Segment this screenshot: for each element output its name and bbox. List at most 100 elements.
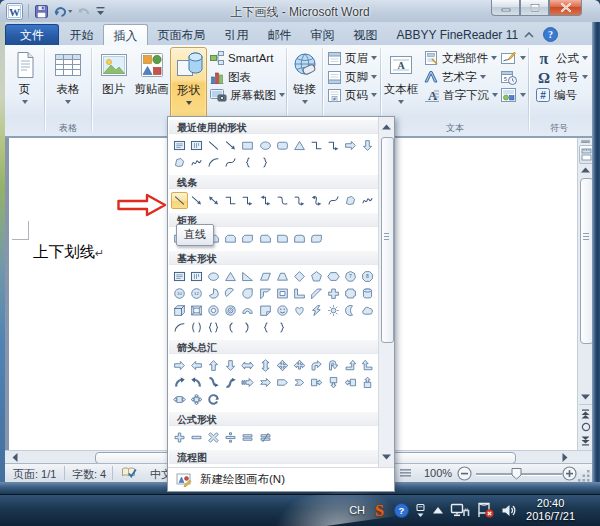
pages-button[interactable]: 页 bbox=[7, 47, 42, 118]
network-icon[interactable] bbox=[450, 502, 470, 518]
shape-eq-equal[interactable] bbox=[239, 429, 256, 446]
shape-pent[interactable] bbox=[308, 268, 325, 285]
clipart-button[interactable]: 剪贴画 bbox=[133, 47, 170, 118]
shape-co-up[interactable] bbox=[359, 374, 376, 391]
shape-elbow-a[interactable] bbox=[239, 192, 256, 209]
shape-heart[interactable] bbox=[291, 302, 308, 319]
table-button[interactable]: 表格 bbox=[47, 47, 89, 118]
shape-curve-c[interactable] bbox=[274, 192, 291, 209]
shape-roundrect[interactable] bbox=[274, 137, 291, 154]
tab-审阅[interactable]: 审阅 bbox=[301, 24, 344, 45]
gallery-scroll-down[interactable] bbox=[380, 451, 393, 463]
shape-textbox[interactable] bbox=[171, 268, 188, 285]
shape-oval[interactable] bbox=[256, 137, 273, 154]
shape-eq-neq[interactable] bbox=[256, 429, 273, 446]
shape-plaque[interactable] bbox=[342, 285, 359, 302]
ime-toolbar-icon[interactable] bbox=[415, 503, 426, 518]
shape-ar-right[interactable] bbox=[342, 137, 359, 154]
shape-co-quad[interactable] bbox=[188, 391, 205, 408]
tab-视图[interactable]: 视图 bbox=[344, 24, 387, 45]
symbol-button[interactable]: Ω符号 bbox=[535, 68, 588, 86]
shape-rect[interactable] bbox=[239, 137, 256, 154]
taskbar[interactable]: CH S ? 20:40 2016/7/21 bbox=[0, 494, 600, 526]
shape-round2s[interactable] bbox=[291, 230, 308, 247]
shape-oct[interactable]: 8 bbox=[359, 268, 376, 285]
zoom-slider-thumb[interactable] bbox=[511, 467, 522, 480]
tab-邮件[interactable]: 邮件 bbox=[258, 24, 301, 45]
shape-ar-scurve-d[interactable] bbox=[205, 374, 222, 391]
previous-page-button[interactable] bbox=[579, 407, 592, 420]
show-hidden-icons-button[interactable] bbox=[432, 506, 444, 515]
page-indicator[interactable]: 页面: 1/1 bbox=[13, 467, 56, 482]
spell-check-indicator[interactable] bbox=[121, 466, 137, 479]
new-drawing-canvas-item[interactable]: 新建绘图画布(N) bbox=[168, 467, 394, 491]
shape-tear[interactable] bbox=[239, 285, 256, 302]
shape-lbrace[interactable] bbox=[256, 319, 273, 336]
draft-view-button[interactable] bbox=[399, 468, 412, 479]
tab-ABBYY FineReader 11[interactable]: ABBYY FineReader 11 bbox=[387, 24, 528, 45]
shape-sniprd[interactable] bbox=[256, 230, 273, 247]
shape-ar-bentup2[interactable] bbox=[359, 357, 376, 374]
document-text[interactable]: 上下划线↵ bbox=[33, 242, 104, 263]
shape-folded[interactable] bbox=[256, 302, 273, 319]
shape-sun[interactable] bbox=[325, 302, 342, 319]
scroll-right-button[interactable] bbox=[558, 452, 571, 463]
shape-co-right[interactable] bbox=[308, 374, 325, 391]
picture-button[interactable]: 图片 bbox=[94, 47, 133, 118]
shape-ar-left[interactable] bbox=[188, 357, 205, 374]
shape-darrow[interactable] bbox=[205, 192, 222, 209]
shape-cross[interactable] bbox=[325, 285, 342, 302]
scroll-up-button[interactable] bbox=[579, 164, 592, 176]
shape-eq-times[interactable] bbox=[205, 429, 222, 446]
shape-blockarc[interactable] bbox=[239, 302, 256, 319]
shape-chord[interactable] bbox=[222, 285, 239, 302]
quick-parts-button[interactable]: 文档部件 bbox=[423, 49, 497, 67]
shape-curve-cda[interactable] bbox=[308, 192, 325, 209]
gallery-scrollbar[interactable] bbox=[378, 117, 394, 467]
shape-ar-right[interactable] bbox=[171, 357, 188, 374]
textbox-button[interactable]: A 文本框 bbox=[383, 47, 419, 118]
shape-curve-ca[interactable] bbox=[291, 192, 308, 209]
shape-round2d[interactable] bbox=[308, 230, 325, 247]
split-handle[interactable] bbox=[581, 140, 590, 143]
gallery-scroll-thumb[interactable] bbox=[381, 137, 394, 343]
equation-button[interactable]: π公式 bbox=[535, 49, 588, 67]
shapes-button[interactable]: 形状 bbox=[170, 47, 207, 120]
shape-scribble[interactable] bbox=[188, 154, 205, 171]
shape-ar-scurve-u[interactable] bbox=[222, 374, 239, 391]
shape-snip2d[interactable] bbox=[239, 230, 256, 247]
shape-dodec[interactable]: 12 bbox=[188, 285, 205, 302]
shape-ar-down[interactable] bbox=[359, 137, 376, 154]
shape-tri[interactable] bbox=[291, 137, 308, 154]
shape-elbow[interactable] bbox=[308, 137, 325, 154]
shape-elbow[interactable] bbox=[222, 192, 239, 209]
close-button[interactable] bbox=[549, 0, 582, 16]
shape-ar-circ[interactable] bbox=[205, 391, 222, 408]
ime-language-button[interactable]: CH bbox=[349, 504, 365, 516]
shape-co-down[interactable] bbox=[325, 374, 342, 391]
signature-line-button[interactable] bbox=[500, 49, 526, 67]
shape-hex[interactable] bbox=[325, 268, 342, 285]
shape-arrow[interactable] bbox=[188, 192, 205, 209]
shape-ar-down[interactable] bbox=[222, 357, 239, 374]
shape-rbracket[interactable] bbox=[239, 319, 256, 336]
shape-donut[interactable] bbox=[205, 302, 222, 319]
minimize-button[interactable] bbox=[491, 0, 520, 16]
shape-ar-bentup[interactable] bbox=[342, 357, 359, 374]
shape-rtri[interactable] bbox=[239, 268, 256, 285]
shape-arrow[interactable] bbox=[222, 137, 239, 154]
shape-moon[interactable] bbox=[342, 302, 359, 319]
shape-co-lr[interactable] bbox=[171, 391, 188, 408]
shape-lbracket[interactable] bbox=[222, 319, 239, 336]
zoom-out-button[interactable] bbox=[457, 466, 472, 481]
shape-eq-plus[interactable] bbox=[171, 429, 188, 446]
shape-ar-pent[interactable] bbox=[274, 374, 291, 391]
shape-snip2s[interactable] bbox=[222, 230, 239, 247]
shape-diamond[interactable] bbox=[291, 268, 308, 285]
zoom-level[interactable]: 100% bbox=[424, 467, 452, 479]
shape-rbrace[interactable] bbox=[256, 154, 273, 171]
screenshot-button[interactable]: 屏幕截图 bbox=[209, 86, 285, 104]
shape-textbox[interactable] bbox=[171, 137, 188, 154]
shape-scribble[interactable] bbox=[359, 192, 376, 209]
shape-trap[interactable] bbox=[274, 268, 291, 285]
